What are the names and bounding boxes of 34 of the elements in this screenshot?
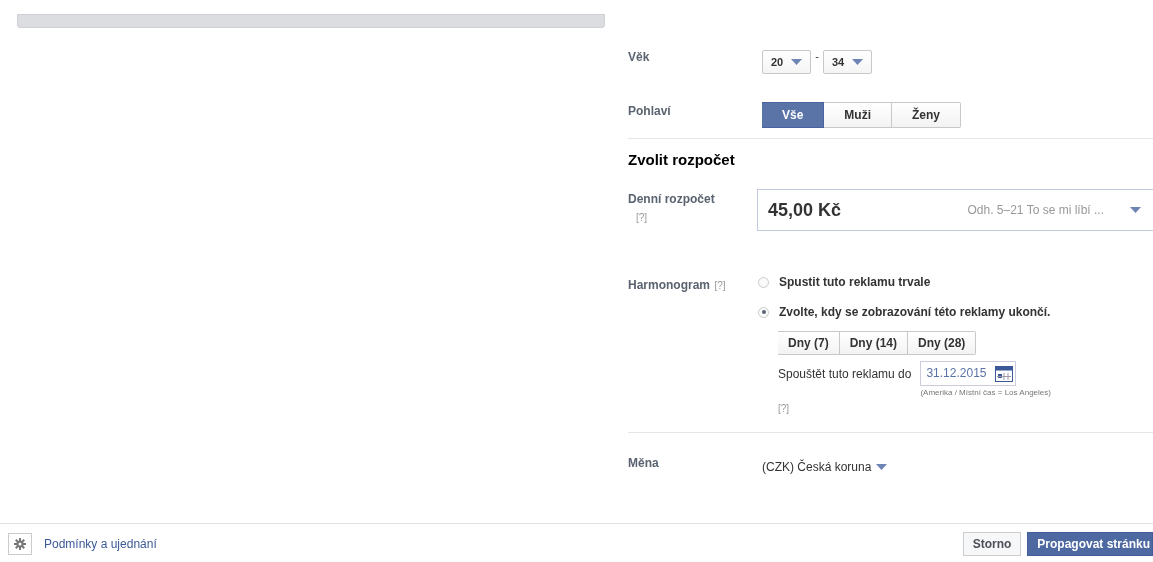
gender-tab[interactable]: Muži	[824, 102, 893, 128]
gender-tab[interactable]: Ženy	[892, 102, 962, 128]
duration-button[interactable]: Dny (28)	[908, 331, 977, 355]
date-field[interactable]: 31.12.2015	[920, 361, 1017, 386]
field-label: Pohlaví	[628, 104, 671, 118]
radio-option[interactable]: Spustit tuto reklamu trvale	[758, 275, 1153, 289]
radio-option[interactable]: Zvolte, kdy se zobrazování této reklamy ukončí.	[758, 305, 1153, 319]
duration-button[interactable]: Dny (14)	[839, 331, 908, 355]
radio-button[interactable]	[758, 276, 769, 288]
field-label: Měna	[628, 456, 659, 470]
settings-button[interactable]	[8, 532, 32, 555]
field-label: Harmonogram	[628, 278, 710, 292]
terms-link[interactable]: Podmínky a ujednání	[44, 536, 157, 551]
caret-icon	[1130, 207, 1141, 213]
calendar-icon[interactable]	[995, 366, 1014, 382]
promote-button[interactable]: Propagovat stránku	[1027, 531, 1153, 556]
field-label: Denní rozpočet	[628, 192, 715, 206]
age-dropdown[interactable]: 34	[822, 50, 873, 74]
currency-dropdown[interactable]: (CZK) Česká koruna	[762, 459, 888, 474]
gender-tab[interactable]: Vše	[762, 102, 825, 128]
settings-icon	[14, 537, 26, 550]
field-label: Spouštět tuto reklamu do	[778, 367, 912, 381]
radio-button[interactable]	[758, 306, 769, 318]
timezone-note: (Amerika / Místní čas = Los Angeles)	[920, 388, 1051, 397]
caret-icon	[852, 59, 864, 65]
budget-field[interactable]: 45,00 Kč Odh. 5–21 To se mi líbí ...	[757, 189, 1153, 231]
duration-button[interactable]: Dny (7)	[778, 331, 840, 355]
field-label: Věk	[628, 50, 650, 64]
age-dropdown[interactable]: 20	[762, 50, 812, 74]
section-heading: Zvolit rozpočet	[628, 151, 735, 168]
cancel-button[interactable]: Storno	[962, 531, 1022, 556]
caret-icon	[876, 463, 888, 470]
range-separator: -	[815, 50, 819, 62]
caret-icon	[791, 59, 803, 65]
